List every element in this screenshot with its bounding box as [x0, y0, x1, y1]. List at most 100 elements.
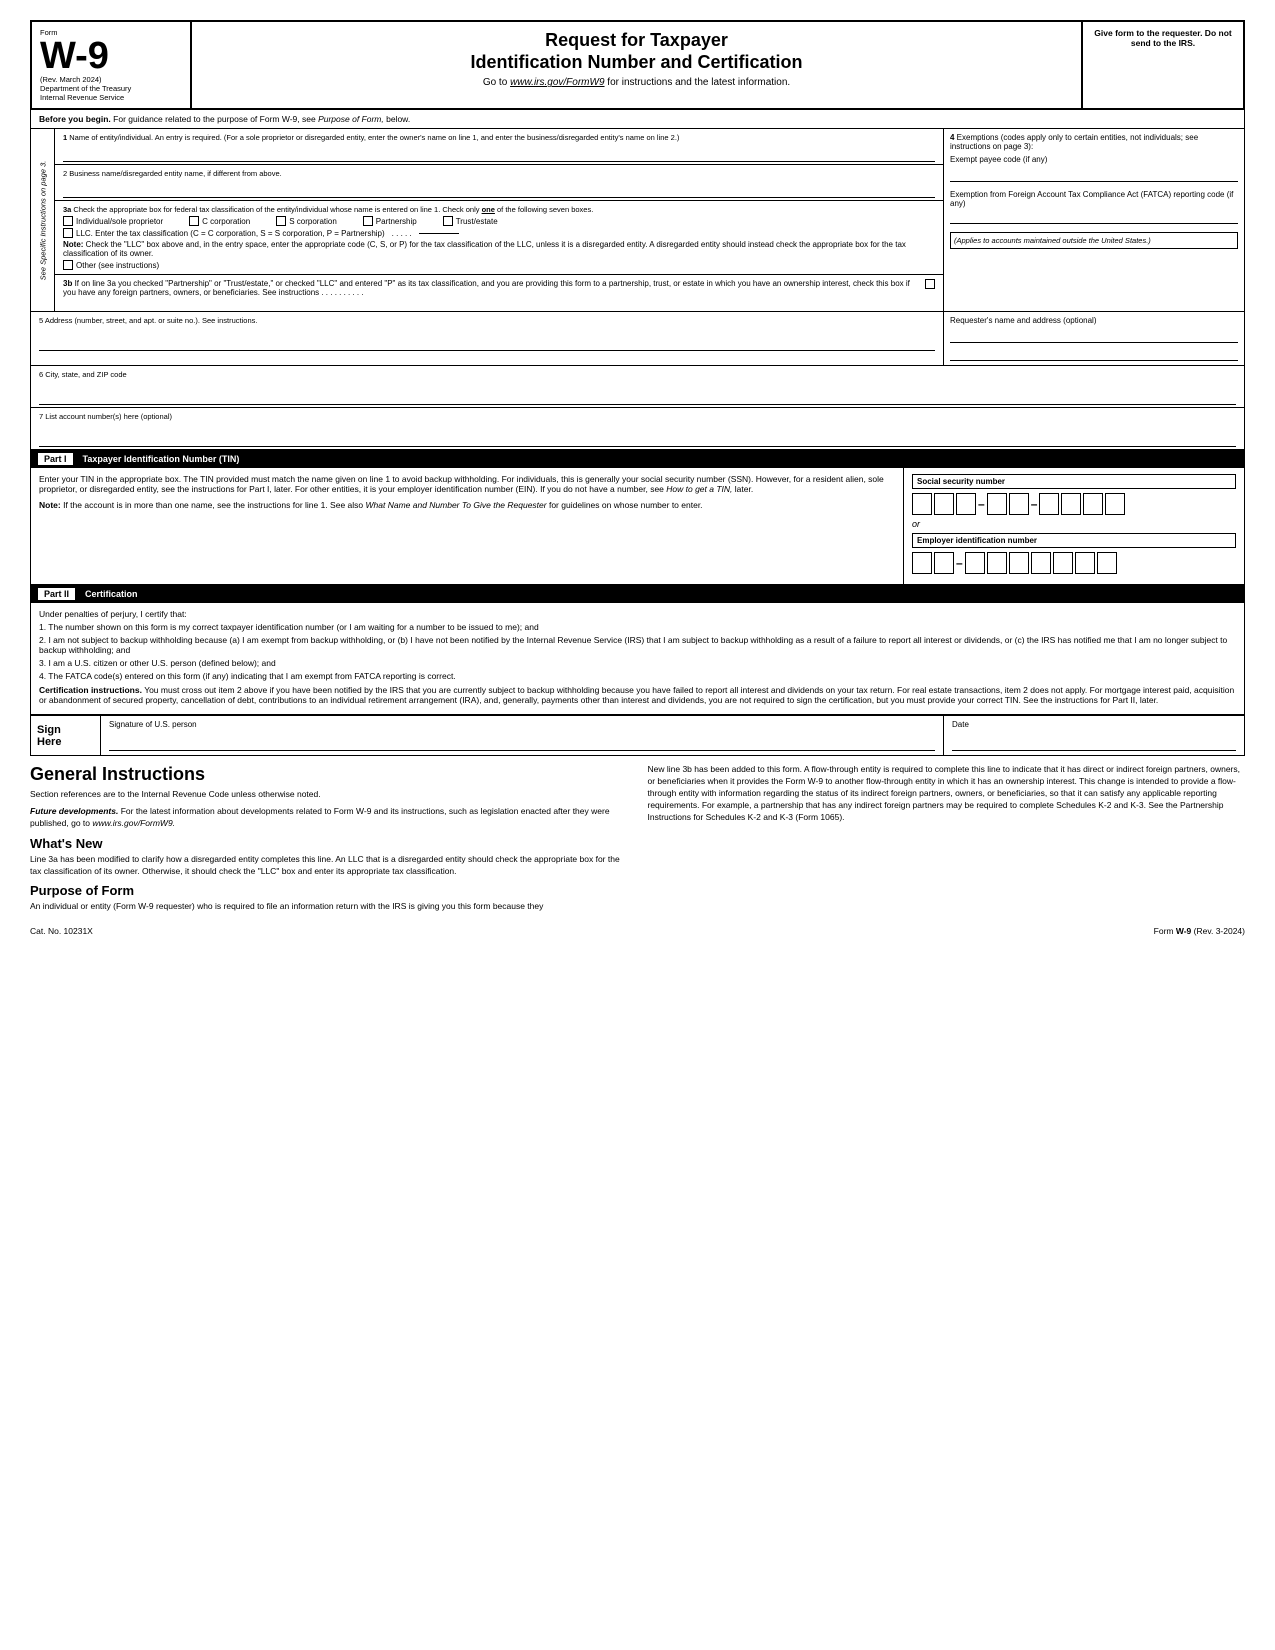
cb-trust-label: Trust/estate [456, 217, 498, 226]
ssn-box5[interactable] [1009, 493, 1029, 515]
cert-instructions-text: You must cross out item 2 above if you h… [39, 685, 1234, 705]
fatca-title: Exemption from Foreign Account Tax Compl… [950, 190, 1238, 208]
line1-label: 1 Name of entity/individual. An entry is… [63, 133, 935, 142]
checkbox-row2: LLC. Enter the tax classification (C = C… [63, 228, 935, 238]
purpose-text: An individual or entity (Form W-9 reques… [30, 901, 628, 913]
ein-box8[interactable] [1075, 552, 1095, 574]
cb-individual-box[interactable] [63, 216, 73, 226]
line5-label: 5 Address (number, street, and apt. or s… [39, 316, 935, 325]
ein-box4[interactable] [987, 552, 1007, 574]
sign-here-top: Sign [37, 724, 94, 736]
line5-input[interactable] [39, 331, 935, 351]
line3a-label: 3a Check the appropriate box for federal… [63, 205, 935, 214]
sidebar-text: See Specific Instructions on page 3. [38, 160, 47, 280]
tin-instructions: Enter your TIN in the appropriate box. T… [31, 468, 904, 584]
date-input[interactable] [952, 729, 1236, 751]
cb-partnership-box[interactable] [363, 216, 373, 226]
ein-box2[interactable] [934, 552, 954, 574]
line1-block: 1 Name of entity/individual. An entry is… [55, 129, 943, 165]
ssn-dash1: – [978, 497, 985, 511]
ein-label: Employer identification number [912, 533, 1236, 548]
ein-box6[interactable] [1031, 552, 1051, 574]
applies-text: (Applies to accounts maintained outside … [950, 232, 1238, 249]
line1-input[interactable] [63, 146, 935, 162]
ein-box1[interactable] [912, 552, 932, 574]
form-subtitle: Go to www.irs.gov/FormW9 for instruction… [202, 77, 1071, 88]
fatca-input[interactable] [950, 210, 1238, 224]
sign-section: Sign Here Signature of U.S. person Date [30, 715, 1245, 756]
form-title-line1: Request for Taxpayer [202, 30, 1071, 52]
part1-title: Taxpayer Identification Number (TIN) [83, 454, 240, 464]
cb-individual-label: Individual/sole proprietor [76, 217, 163, 226]
whats-new-title: What's New [30, 836, 628, 851]
right-para: New line 3b has been added to this form.… [648, 764, 1246, 823]
cb-other-label: Other (see instructions) [76, 261, 159, 270]
llc-input[interactable] [419, 233, 459, 234]
cb-llc-box[interactable] [63, 228, 73, 238]
form-ref-bold: W-9 [1176, 926, 1191, 936]
line6-label: 6 City, state, and ZIP code [39, 370, 1236, 379]
line6-input[interactable] [39, 385, 1236, 405]
cb-ccorp: C corporation [189, 216, 250, 226]
line3b-text: 3b If on line 3a you checked "Partnershi… [63, 279, 921, 297]
ssn-box8[interactable] [1083, 493, 1103, 515]
signature-input[interactable] [109, 729, 935, 751]
cert-item1: 1. The number shown on this form is my c… [39, 622, 1236, 632]
irs: Internal Revenue Service [40, 93, 182, 102]
cert-item4: 4. The FATCA code(s) entered on this for… [39, 671, 1236, 681]
line7-label: 7 List account number(s) here (optional) [39, 412, 1236, 421]
line7-input[interactable] [39, 427, 1236, 447]
sign-left: Signature of U.S. person [101, 716, 944, 755]
part2-title: Certification [85, 589, 138, 599]
cb-trust-box[interactable] [443, 216, 453, 226]
cb-partnership-label: Partnership [376, 217, 417, 226]
line3b-content: 3b If on line 3a you checked "Partnershi… [63, 279, 935, 297]
ssn-box9[interactable] [1105, 493, 1125, 515]
ssn-box3[interactable] [956, 493, 976, 515]
general-section: General Instructions Section references … [30, 764, 1245, 918]
cb-ccorp-box[interactable] [189, 216, 199, 226]
or-text: or [912, 519, 1236, 529]
purpose-title: Purpose of Form [30, 883, 628, 898]
checkbox-row3: Other (see instructions) [63, 260, 935, 270]
ein-box3[interactable] [965, 552, 985, 574]
ein-boxes: – [912, 552, 1236, 574]
cb-scorp-box[interactable] [276, 216, 286, 226]
tin-boxes-section: Social security number – – or Employer i… [904, 468, 1244, 584]
cb-other-box[interactable] [63, 260, 73, 270]
ssn-box4[interactable] [987, 493, 1007, 515]
under-penalties: Under penalties of perjury, I certify th… [39, 609, 1236, 619]
line5-block: 5 Address (number, street, and apt. or s… [31, 312, 943, 353]
part2-label: Part II [38, 588, 75, 600]
ssn-box2[interactable] [934, 493, 954, 515]
note-3a: Note: Check the "LLC" box above and, in … [63, 240, 935, 258]
cert-item3: 3. I am a U.S. citizen or other U.S. per… [39, 658, 1236, 668]
rev-date: (Rev. March 2024) [40, 75, 182, 84]
w9-form: Form W-9 (Rev. March 2024) Department of… [0, 0, 1275, 956]
requester-input2[interactable] [950, 347, 1238, 361]
header-left: Form W-9 (Rev. March 2024) Department of… [32, 22, 192, 108]
row-line1: See Specific Instructions on page 3. 1 N… [31, 129, 1244, 312]
whats-new-text: Line 3a has been modified to clarify how… [30, 854, 628, 878]
ssn-box6[interactable] [1039, 493, 1059, 515]
line3b-checkbox[interactable] [925, 279, 935, 289]
line2-input[interactable] [63, 182, 935, 198]
form-number: W-9 [40, 37, 109, 75]
before-begin-text: For guidance related to the purpose of F… [113, 114, 410, 124]
ssn-box7[interactable] [1061, 493, 1081, 515]
ein-box5[interactable] [1009, 552, 1029, 574]
cb-ccorp-label: C corporation [202, 217, 250, 226]
ssn-box1[interactable] [912, 493, 932, 515]
part1-label: Part I [38, 453, 73, 465]
cb-individual: Individual/sole proprietor [63, 216, 163, 226]
requester-input[interactable] [950, 329, 1238, 343]
cat-no: Cat. No. 10231X [30, 926, 93, 936]
cb-scorp: S corporation [276, 216, 337, 226]
form-ref: Form W-9 (Rev. 3-2024) [1154, 926, 1245, 936]
ein-box7[interactable] [1053, 552, 1073, 574]
exempt-payee-input[interactable] [950, 168, 1238, 182]
cert-instructions: Certification instructions. You must cro… [39, 685, 1236, 705]
sign-label: Sign Here [31, 716, 101, 755]
ein-box9[interactable] [1097, 552, 1117, 574]
tin-section: Enter your TIN in the appropriate box. T… [30, 468, 1245, 585]
